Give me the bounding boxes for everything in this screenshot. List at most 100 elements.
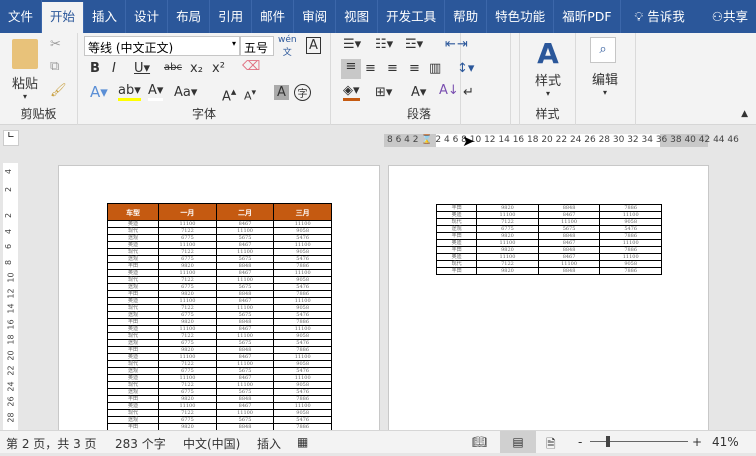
macro-icon[interactable]: ▦	[297, 435, 308, 449]
increase-indent-icon[interactable]: ⇥	[457, 37, 468, 52]
tab-mailings[interactable]: 邮件	[252, 0, 295, 33]
char-border-icon[interactable]: A	[306, 37, 321, 54]
font-size-select[interactable]: 五号	[240, 36, 274, 56]
grow-font-icon[interactable]: A▴	[222, 85, 236, 104]
vertical-ruler[interactable]: 4 2 2 4 6 8 10 12 14 16 18 20 22 24 26 28	[3, 163, 18, 430]
table-cell: 11100	[273, 353, 332, 361]
ruler-mark: 2	[4, 186, 14, 193]
justify-icon[interactable]: ≡	[409, 61, 420, 76]
table-cell: 7122	[158, 304, 217, 312]
clear-format-icon[interactable]: ⌫	[242, 59, 260, 74]
tab-foxit-pdf[interactable]: 福昕PDF	[554, 0, 621, 33]
strikethrough-icon[interactable]: abc	[164, 62, 182, 73]
tab-insert[interactable]: 插入	[84, 0, 127, 33]
tab-file[interactable]: 文件	[0, 0, 43, 33]
table-cell: 5476	[599, 225, 662, 233]
table-cell: 奥迪	[106, 402, 160, 410]
enclose-char-icon[interactable]: 字	[294, 84, 311, 101]
tab-layout[interactable]: 布局	[168, 0, 211, 33]
phonetic-guide-icon[interactable]: wén 文	[278, 35, 297, 58]
table-row: 奥迪 11100 8467 11100	[435, 211, 662, 219]
paste-button[interactable]: 粘贴 ▾	[8, 39, 42, 101]
tab-design[interactable]: 设计	[126, 0, 169, 33]
table-cell: 11100	[158, 220, 217, 228]
language[interactable]: 中文(中国)	[183, 435, 240, 452]
table-row: 奥迪 11100 8467 11100	[106, 325, 332, 333]
read-mode-icon[interactable]: 📖︎	[472, 435, 487, 449]
zoom-level[interactable]: 41%	[712, 435, 739, 449]
table-cell: 5476	[273, 388, 332, 396]
table-cell: 奥迪	[435, 211, 478, 219]
search-icon: ⌕	[590, 37, 616, 63]
table-cell: 丰田	[435, 246, 478, 254]
align-right-icon[interactable]: ≡	[387, 61, 398, 76]
tab-selector[interactable]: ∟	[3, 130, 19, 146]
zoom-in-button[interactable]: +	[692, 435, 702, 449]
text-effect-icon[interactable]: A▾	[90, 83, 108, 101]
multilevel-list-icon[interactable]: ☲▾	[405, 37, 423, 52]
superscript-icon[interactable]: x²	[212, 61, 225, 76]
table-cell: 5675	[537, 225, 601, 233]
sort-icon[interactable]: A↓	[439, 83, 459, 98]
tab-references[interactable]: 引用	[210, 0, 253, 33]
share-button[interactable]: ⚇共享	[704, 0, 756, 33]
insert-mode[interactable]: 插入	[257, 435, 281, 452]
font-color-icon[interactable]: A▾	[148, 83, 164, 101]
table-cell: 奥迪	[435, 253, 478, 261]
tab-home[interactable]: 开始	[42, 2, 85, 33]
subscript-icon[interactable]: x₂	[190, 61, 203, 76]
horizontal-ruler[interactable]: 8 6 4 2 ⌛ 2 4 6 8 10 12 14 16 18 20 22 2…	[384, 134, 739, 147]
ruler-mark: 10	[6, 272, 16, 283]
tab-features[interactable]: 特色功能	[487, 0, 555, 33]
zoom-slider-thumb[interactable]	[606, 436, 610, 447]
table-cell: 奥迪	[106, 297, 160, 305]
format-painter-icon[interactable]: 🖌︎	[50, 83, 67, 98]
table-cell: 丰田	[106, 346, 160, 354]
italic-icon[interactable]: I	[112, 61, 116, 76]
styles-button[interactable]: A 样式 ▾	[530, 37, 566, 98]
shading-icon[interactable]: ◈▾	[343, 83, 360, 101]
collapse-ribbon-icon[interactable]: ▲	[741, 109, 748, 119]
tab-help[interactable]: 帮助	[445, 0, 488, 33]
char-shading-icon[interactable]: A	[274, 85, 289, 100]
table-cell: 9058	[273, 276, 332, 284]
page-count[interactable]: 第 2 页，共 3 页	[6, 435, 97, 452]
copy-icon[interactable]: ⧉	[50, 59, 59, 74]
tell-me[interactable]: 💡︎ 告诉我	[627, 0, 693, 33]
table-cell: 11100	[273, 269, 332, 277]
zoom-out-button[interactable]: -	[578, 435, 582, 449]
table-row: 丰田 9820 8848 7886	[106, 346, 332, 354]
tab-review[interactable]: 审阅	[294, 0, 337, 33]
tab-view[interactable]: 视图	[336, 0, 379, 33]
bullets-icon[interactable]: ☰▾	[343, 37, 361, 52]
char-scale-icon[interactable]: A▾	[411, 85, 426, 100]
change-case-icon[interactable]: Aa▾	[174, 85, 197, 100]
line-spacing-icon[interactable]: ↕▾	[457, 61, 474, 76]
align-center-icon[interactable]: ≡	[365, 61, 376, 76]
font-name-select[interactable]: 等线 (中文正文) ▾	[84, 36, 240, 56]
underline-icon[interactable]: U▾	[134, 61, 150, 76]
table-cell: 11100	[215, 227, 275, 235]
table-cell: 9058	[273, 304, 332, 312]
tab-developer[interactable]: 开发工具	[378, 0, 446, 33]
bold-icon[interactable]: B	[90, 61, 100, 76]
highlight-icon[interactable]: ab▾	[118, 83, 141, 101]
borders-icon[interactable]: ⊞▾	[375, 85, 392, 100]
styles-group: A 样式 ▾ 样式	[519, 33, 576, 125]
numbering-icon[interactable]: ☷▾	[375, 37, 393, 52]
word-count[interactable]: 283 个字	[115, 435, 166, 452]
table-cell: 5476	[273, 367, 332, 375]
shrink-font-icon[interactable]: A▾	[244, 87, 256, 103]
table-cell: 奥迪	[106, 269, 160, 277]
cut-icon[interactable]: ✂	[50, 37, 61, 52]
print-layout-icon[interactable]: ▤	[500, 431, 536, 453]
table-cell: 7886	[599, 246, 662, 254]
paragraph-label: 段落	[406, 107, 431, 121]
decrease-indent-icon[interactable]: ⇤	[445, 37, 456, 52]
zoom-slider[interactable]	[590, 436, 688, 447]
distributed-icon[interactable]: ▥	[429, 61, 441, 76]
editing-button[interactable]: ⌕ 编辑 ▾	[590, 37, 620, 97]
table-row: 奥迪 11100 8467 11100	[106, 374, 332, 382]
show-marks-icon[interactable]: ↵	[463, 85, 474, 100]
align-left-icon[interactable]: ≡	[341, 59, 361, 79]
